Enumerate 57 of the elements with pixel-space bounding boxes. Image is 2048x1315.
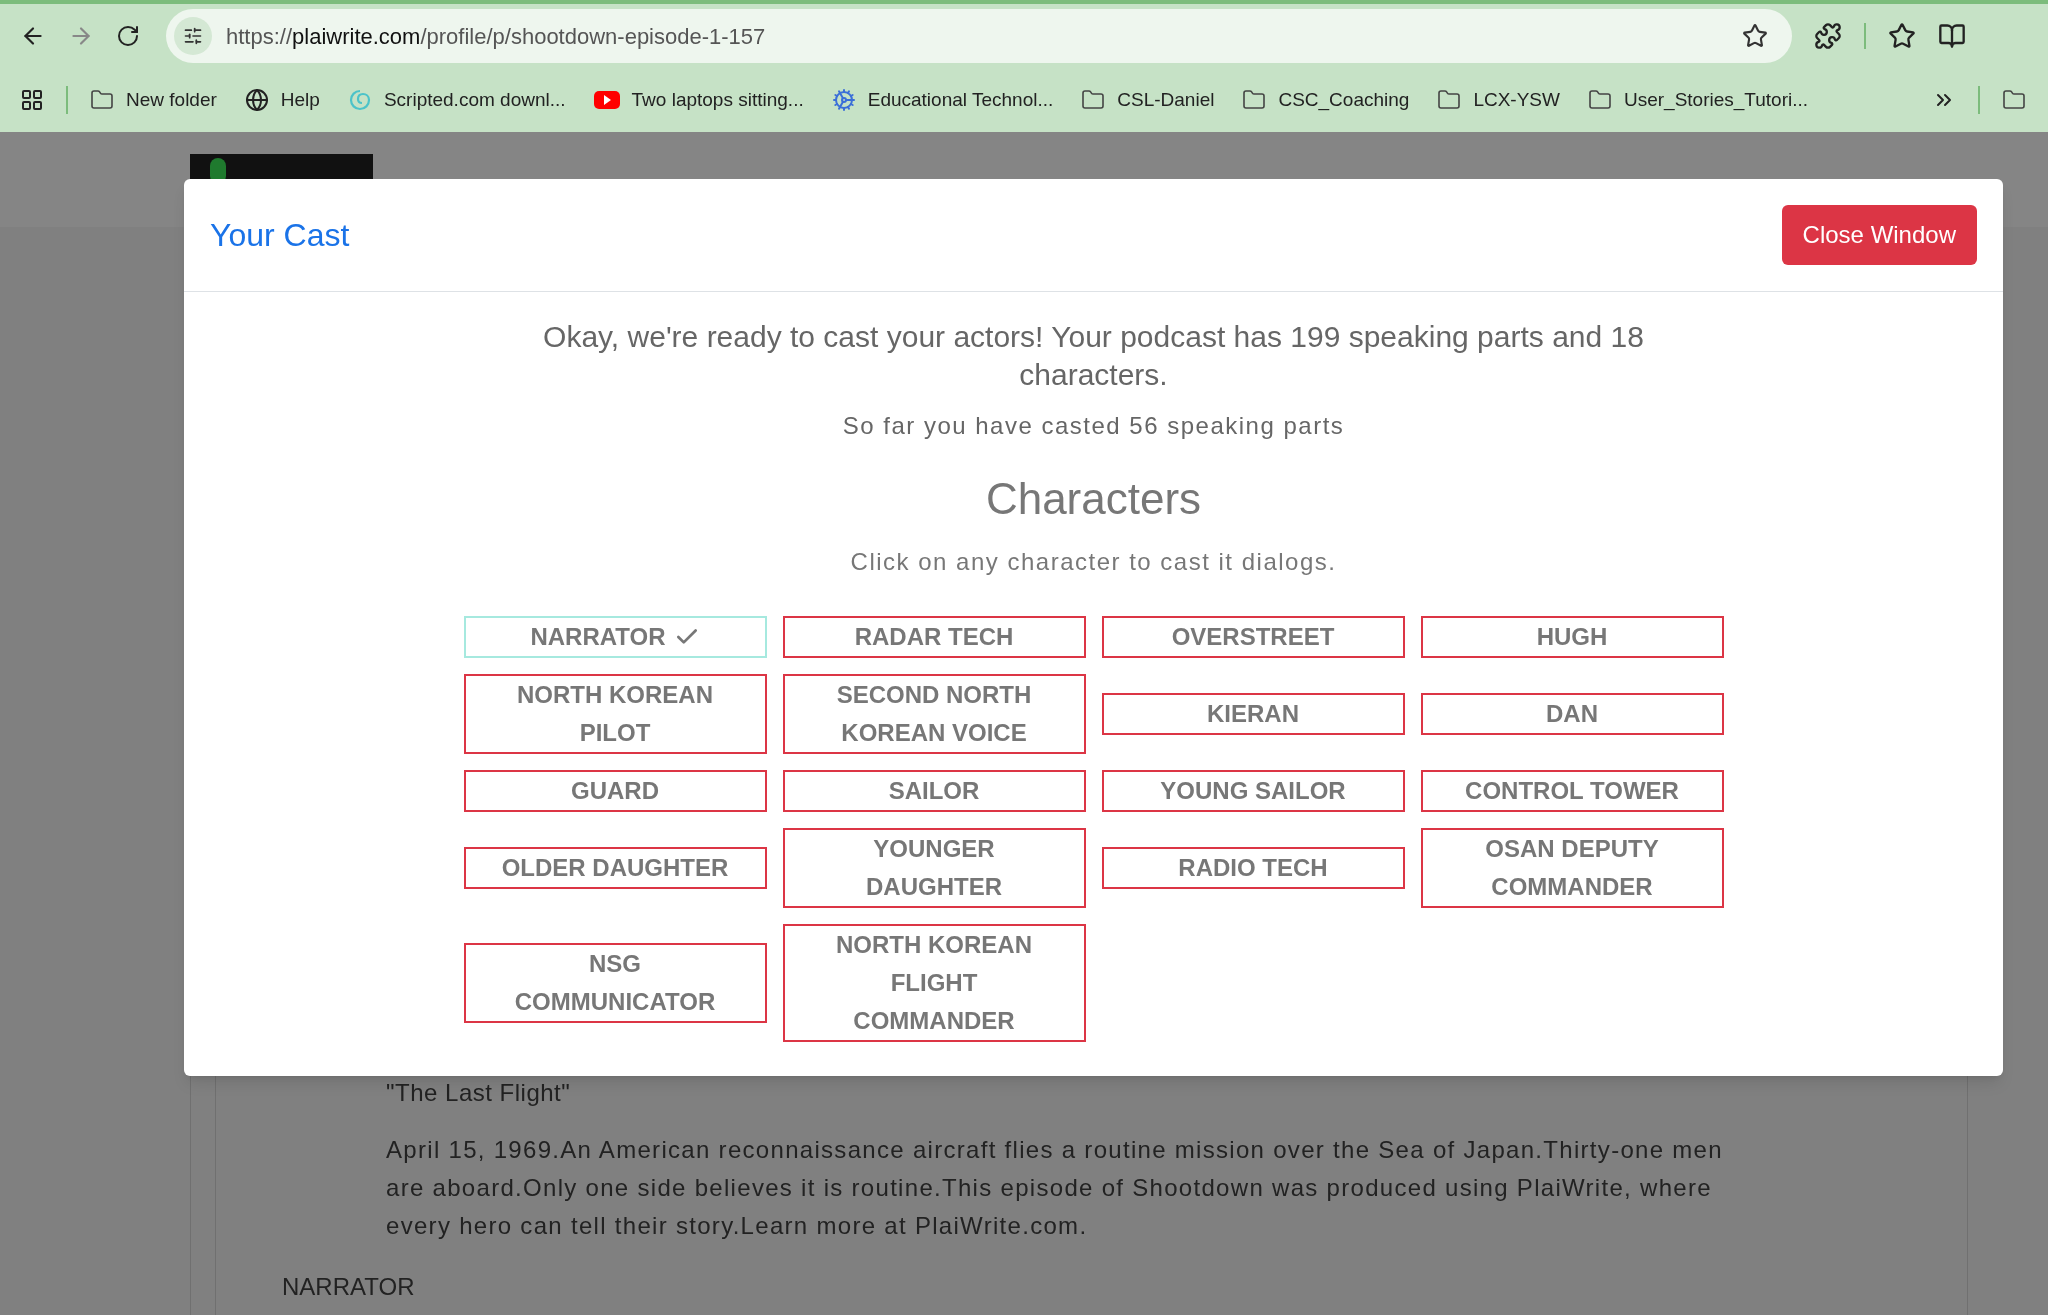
- close-window-button[interactable]: Close Window: [1781, 205, 1977, 265]
- puzzle-icon[interactable]: [1814, 22, 1842, 50]
- character-button[interactable]: RADIO TECH: [1101, 847, 1405, 889]
- bookmark[interactable]: CSC_Coaching: [1242, 85, 1416, 115]
- site-settings-button[interactable]: [174, 17, 212, 55]
- character-button[interactable]: NORTH KOREAN FLIGHT COMMANDER: [782, 924, 1086, 1042]
- character-button[interactable]: SAILOR: [782, 770, 1086, 812]
- episode-title: "The Last Flight": [386, 1078, 572, 1108]
- episode-description: April 15, 1969.An American reconnaissance aircraft flies a routine mission over the Sea of Japan.Thirty-one men are aboard.Only one side believes it is routine.This episode of Shootdown was produced using PlaiWrite, where every hero can tell their story.Learn more at PlaiWrite.com.: [386, 1135, 1724, 1241]
- bookmark[interactable]: [2002, 88, 2027, 112]
- reload-icon[interactable]: [116, 24, 140, 48]
- character-button[interactable]: YOUNG SAILOR: [1101, 770, 1405, 812]
- folder-icon: [2002, 88, 2027, 112]
- folder-icon: [1242, 88, 1267, 112]
- character-button[interactable]: OLDER DAUGHTER: [463, 847, 767, 889]
- character-button[interactable]: CONTROL TOWER: [1420, 770, 1724, 812]
- swirl-icon: [347, 88, 372, 112]
- bookmark[interactable]: New folder: [90, 85, 223, 115]
- bookmark[interactable]: Two laptops sitting...: [593, 85, 810, 115]
- character-button[interactable]: YOUNGER DAUGHTER: [782, 828, 1086, 908]
- characters-heading: Characters: [985, 473, 1202, 525]
- character-button[interactable]: HUGH: [1420, 616, 1724, 658]
- url-text: https://plaiwrite.com/profile/p/shootdown-episode-1-157: [226, 22, 766, 51]
- progress-text: So far you have casted 56 speaking parts: [842, 411, 1345, 441]
- character-button[interactable]: RADAR TECH: [782, 616, 1086, 658]
- character-button[interactable]: OSAN DEPUTY COMMANDER: [1420, 828, 1724, 908]
- character-button[interactable]: GUARD: [463, 770, 767, 812]
- bookmark[interactable]: LCX-YSW: [1437, 85, 1566, 115]
- character-button[interactable]: DAN: [1420, 693, 1724, 735]
- hint-text: Click on any character to cast it dialogs.: [850, 547, 1337, 577]
- bookmark[interactable]: Scripted.com downl...: [347, 85, 572, 115]
- bookmark[interactable]: CSL-Daniel: [1081, 85, 1221, 115]
- folder-icon: [1587, 88, 1612, 112]
- folder-icon: [90, 88, 114, 112]
- character-button[interactable]: OVERSTREET: [1101, 616, 1405, 658]
- character-button[interactable]: NORTH KOREAN PILOT: [463, 674, 767, 754]
- gear-icon: [831, 88, 856, 112]
- sliders-icon: [183, 26, 203, 46]
- character-button[interactable]: SECOND NORTH KOREAN VOICE: [782, 674, 1086, 754]
- favorites-icon[interactable]: [1888, 22, 1916, 50]
- character-button[interactable]: KIERAN: [1101, 693, 1405, 735]
- folder-icon: [1437, 88, 1462, 112]
- bookmark[interactable]: User_Stories_Tutori...: [1587, 85, 1815, 115]
- speaker-name: NARRATOR: [282, 1272, 416, 1302]
- dialog-title: Your Cast: [210, 216, 350, 255]
- star-icon[interactable]: [1742, 23, 1768, 49]
- character-button[interactable]: NARRATOR: [463, 616, 767, 658]
- folder-icon: [1081, 88, 1106, 112]
- play-icon: [593, 90, 620, 110]
- intro-text: Okay, we're ready to cast your actors! Your podcast has 199 speaking parts and 18 characters.: [542, 319, 1645, 393]
- address-bar[interactable]: https://plaiwrite.com/profile/p/shootdown-episode-1-157: [166, 9, 1792, 63]
- book-icon[interactable]: [1938, 22, 1966, 50]
- bookmark[interactable]: Help: [244, 85, 326, 115]
- character-button[interactable]: NSG COMMUNICATOR: [463, 943, 767, 1023]
- apps-icon[interactable]: [20, 88, 44, 112]
- globe-icon: [244, 88, 269, 112]
- bookmark[interactable]: Educational Technol...: [831, 85, 1060, 115]
